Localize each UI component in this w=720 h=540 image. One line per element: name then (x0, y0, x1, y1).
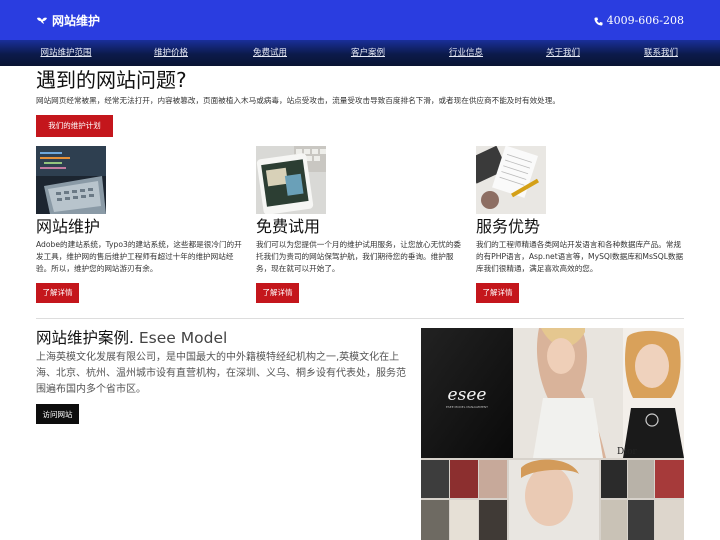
main-nav: 网站维护范围 维护价格 免费试用 客户案例 行业信息 关于我们 联系我们 (0, 40, 720, 66)
phone-text: 4009-606-208 (606, 14, 684, 27)
feature-image-trial (256, 146, 326, 214)
page-title: 遇到的网站问题? (36, 68, 187, 92)
model-collage-photo: esee ESEE MODEL MANAGEMENT Dior (421, 328, 684, 540)
phone-number[interactable]: 4009-606-208 (594, 14, 684, 28)
laptop-code-icon (36, 146, 106, 214)
nav-item-contact[interactable]: 联系我们 (644, 48, 678, 59)
hero-description: 网站网页经常被黑，经常无法打开，内容被篡改，页面被植入木马或病毒，站点受攻击，流… (36, 96, 560, 105)
esee-logo-subtext: ESEE MODEL MANAGEMENT (446, 405, 488, 409)
feature-title-maintenance: 网站维护 (36, 217, 101, 236)
site-logo[interactable]: 网站维护 (36, 13, 100, 29)
feature-text-trial: 我们可以为您提供一个月的维护试用服务，让您放心无忧的委托我们为贵司的网站保驾护航… (256, 240, 462, 273)
feature-title-advantage: 服务优势 (476, 217, 541, 236)
case-study-title: 网站维护案例. Esee Model (36, 328, 227, 348)
feature-title-trial: 免费试用 (256, 217, 321, 236)
logo-text: 网站维护 (52, 14, 101, 28)
feature-text-maintenance: Adobe的建站系统，Typo3的建站系统，这些都是很冷门的开发工具，维护网的售… (36, 240, 242, 273)
section-divider (36, 318, 684, 319)
nav-item-scope[interactable]: 网站维护范围 (40, 48, 91, 59)
nav-item-pricing[interactable]: 维护价格 (154, 48, 188, 59)
dior-brand-text: Dior (617, 447, 638, 457)
nav-item-about[interactable]: 关于我们 (546, 48, 580, 59)
desk-notebook-icon (476, 146, 546, 214)
nav-item-free-trial[interactable]: 免费试用 (253, 48, 287, 59)
case-study-image: esee ESEE MODEL MANAGEMENT Dior (421, 328, 684, 540)
learn-more-button-trial[interactable]: 了解详情 (256, 283, 299, 303)
phone-icon (594, 16, 603, 26)
maintenance-plan-button[interactable]: 我们的维护计划 (36, 115, 113, 137)
esee-logo-text: esee (448, 385, 487, 405)
top-header: 网站维护 4009-606-208 (0, 0, 720, 40)
learn-more-button-maintenance[interactable]: 了解详情 (36, 283, 79, 303)
learn-more-button-advantage[interactable]: 了解详情 (476, 283, 519, 303)
case-title-en: Esee Model (138, 329, 228, 347)
tablet-keyboard-icon (256, 146, 326, 214)
nav-item-industry-news[interactable]: 行业信息 (449, 48, 483, 59)
feature-image-advantage (476, 146, 546, 214)
feature-image-maintenance (36, 146, 106, 214)
case-title-cn: 网站维护案例. (36, 329, 134, 347)
visit-site-button[interactable]: 访问网站 (36, 404, 79, 424)
nav-item-cases[interactable]: 客户案例 (351, 48, 385, 59)
feature-text-advantage: 我们的工程师精通各类网站开发语言和各种数据库产品。常规的有PHP语言，Asp.n… (476, 240, 684, 273)
case-study-text: 上海英模文化发展有限公司，是中国最大的中外籍模特经纪机构之一,英模文化在上海、北… (36, 352, 406, 395)
bird-logo-icon (37, 17, 47, 24)
